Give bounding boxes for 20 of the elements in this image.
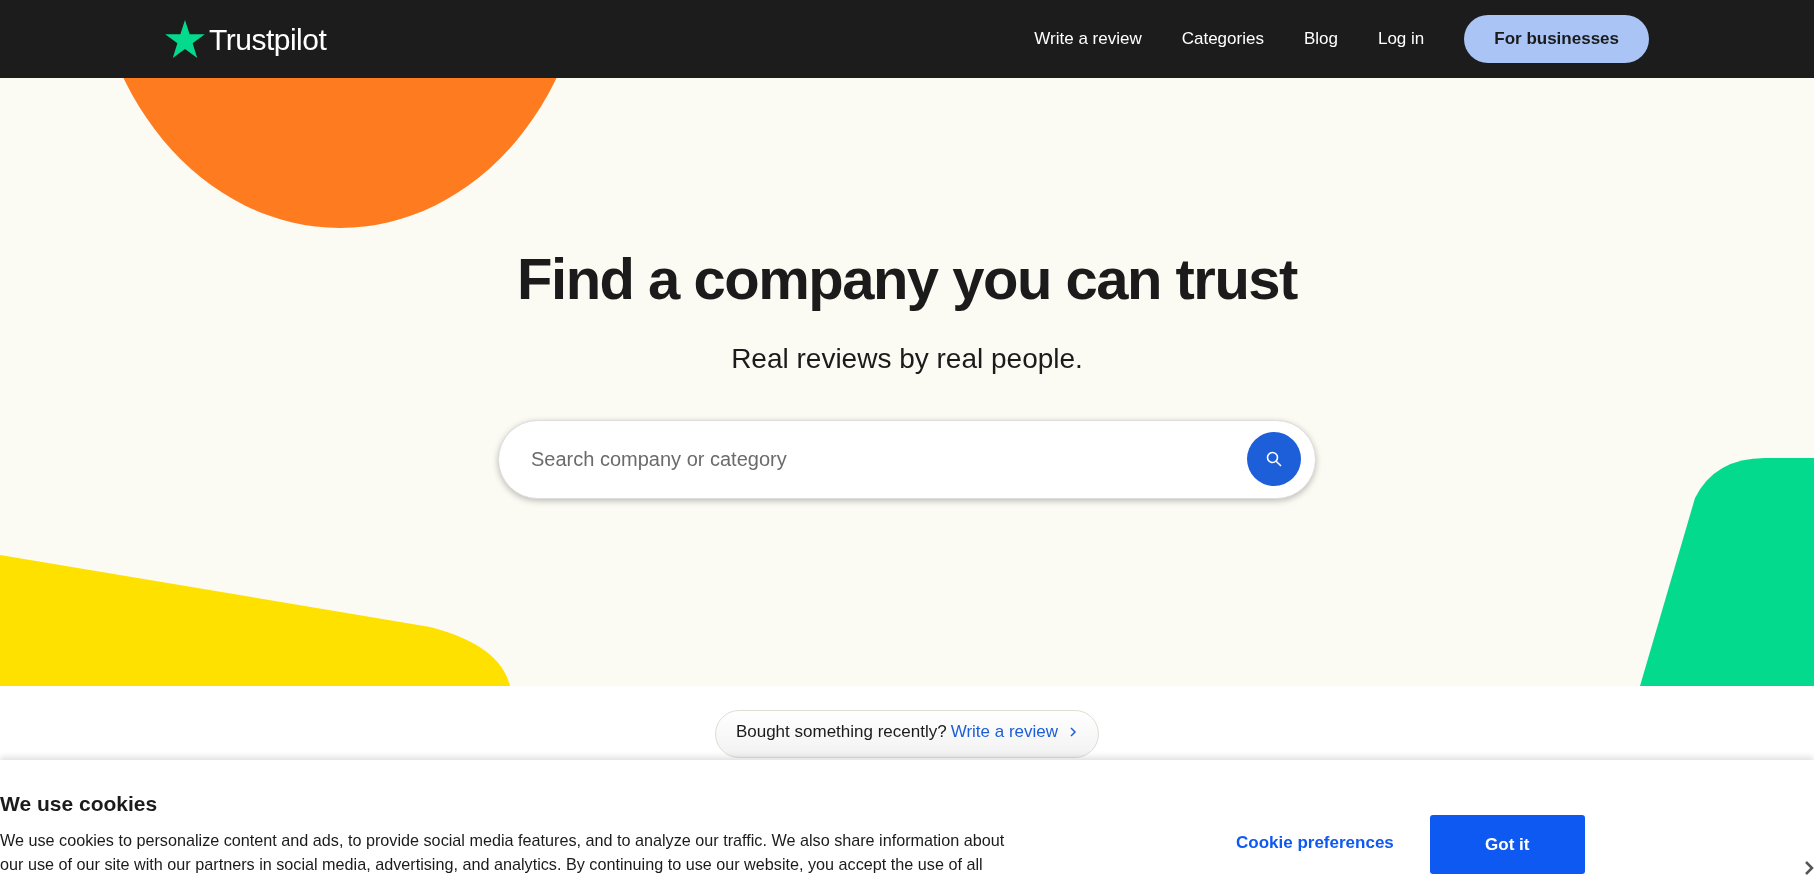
nav-link[interactable]: Write a review: [1034, 26, 1142, 52]
businesses-button[interactable]: For businesses: [1464, 15, 1649, 63]
write-review-link[interactable]: Write a review: [950, 719, 1059, 745]
prompt-text: Bought something recently?: [735, 721, 947, 743]
accept-button[interactable]: Got it: [1429, 815, 1585, 874]
hero-heading: Find a company you can trust: [517, 245, 1297, 313]
nav-link[interactable]: Blog: [1303, 26, 1338, 52]
star-icon: [165, 20, 205, 58]
hero-subtitle: Real reviews by real people.: [731, 341, 1083, 376]
cookie-preferences-link[interactable]: Cookie preferences: [1230, 829, 1400, 857]
search-icon: [1266, 451, 1282, 468]
search-bar[interactable]: Search company or category: [498, 419, 1316, 499]
search-field[interactable]: Search company or category: [529, 443, 1247, 476]
search-button[interactable]: [1247, 432, 1301, 487]
cookie-title: We use cookies: [0, 791, 159, 817]
nav-link[interactable]: Categories: [1181, 26, 1264, 52]
chevron-icon: [1068, 725, 1079, 738]
cookie-text: We use cookies to personalize content and ads, to provide social media features, and to analyze our traffic. We also share information about our use of our site with our partners in social media, advertising, and analytics. By continuing to use our website, you accept the use of all: [0, 829, 1006, 875]
nav-link[interactable]: Log in: [1377, 26, 1425, 52]
logo-text[interactable]: Trustpilot: [209, 16, 327, 62]
